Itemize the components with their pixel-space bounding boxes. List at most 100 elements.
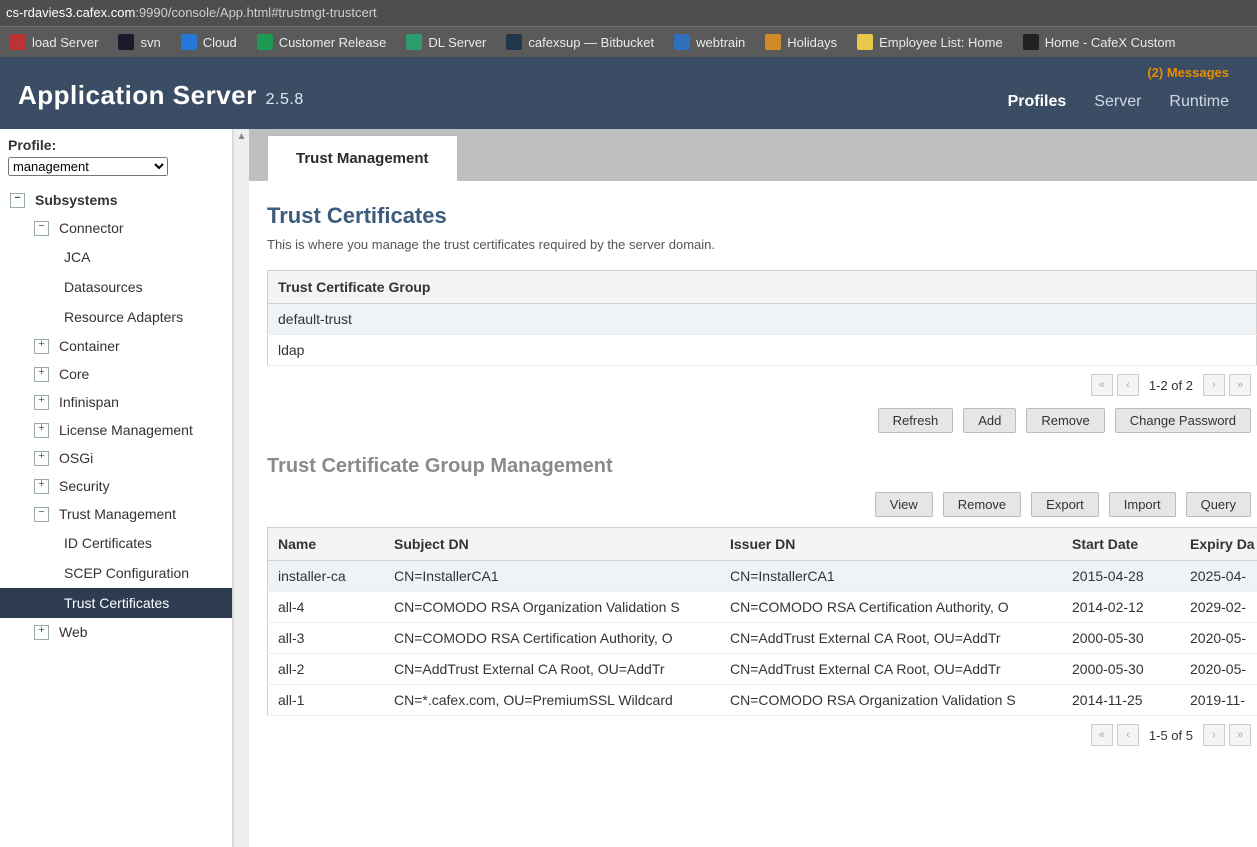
favicon — [181, 34, 197, 50]
pager-prev-icon[interactable]: ‹ — [1117, 374, 1139, 396]
cell: all-3 — [268, 623, 385, 654]
view-button[interactable]: View — [875, 492, 933, 517]
expand-icon[interactable]: + — [34, 479, 49, 494]
pager-last-icon[interactable]: » — [1229, 374, 1251, 396]
tab-trust-management[interactable]: Trust Management — [267, 135, 458, 181]
col-subject-dn: Subject DN — [384, 528, 720, 561]
bookmark-item[interactable]: Home - CafeX Custom — [1013, 34, 1186, 50]
tree-trust-certificates[interactable]: Trust Certificates — [0, 588, 232, 618]
pager-next-icon[interactable]: › — [1203, 374, 1225, 396]
pager-first-icon[interactable]: « — [1091, 374, 1113, 396]
tree-datasources[interactable]: Datasources — [0, 272, 232, 302]
cell: CN=COMODO RSA Certification Authority, O — [720, 592, 1062, 623]
table-row[interactable]: all-2CN=AddTrust External CA Root, OU=Ad… — [268, 654, 1257, 685]
tree-infinispan[interactable]: +Infinispan — [0, 388, 232, 416]
expand-icon[interactable]: + — [34, 423, 49, 438]
col-start-date: Start Date — [1062, 528, 1180, 561]
pager-next-icon[interactable]: › — [1203, 724, 1225, 746]
tree-core[interactable]: +Core — [0, 360, 232, 388]
tree-subsystems[interactable]: −Subsystems — [0, 186, 232, 214]
tree-jca[interactable]: JCA — [0, 242, 232, 272]
cell: CN=*.cafex.com, OU=PremiumSSL Wildcard — [384, 685, 720, 716]
table-row[interactable]: all-1CN=*.cafex.com, OU=PremiumSSL Wildc… — [268, 685, 1257, 716]
pager-first-icon[interactable]: « — [1091, 724, 1113, 746]
expand-icon[interactable]: + — [34, 451, 49, 466]
cert-pager: « ‹ 1-5 of 5 › » — [267, 716, 1257, 754]
section-title-cert-mgmt: Trust Certificate Group Management — [267, 455, 1257, 478]
col-issuer-dn: Issuer DN — [720, 528, 1062, 561]
favicon — [506, 34, 522, 50]
bookmark-item[interactable]: cafexsup — Bitbucket — [496, 34, 664, 50]
favicon — [10, 34, 26, 50]
table-row[interactable]: default-trust — [268, 304, 1257, 335]
profile-select[interactable]: management — [8, 157, 168, 176]
tree-label: Container — [59, 338, 120, 354]
collapse-icon[interactable]: − — [34, 221, 49, 236]
topnav-server[interactable]: Server — [1094, 93, 1141, 111]
remove-button[interactable]: Remove — [943, 492, 1021, 517]
tree-trust-management[interactable]: −Trust Management — [0, 500, 232, 528]
browser-url-bar[interactable]: cs-rdavies3.cafex.com:9990/console/App.h… — [0, 0, 1257, 26]
cell: 2025-04- — [1180, 561, 1257, 592]
cell: CN=COMODO RSA Organization Validation S — [384, 592, 720, 623]
bookmark-item[interactable]: svn — [108, 34, 170, 50]
expand-icon[interactable]: + — [34, 339, 49, 354]
tree-resource-adapters[interactable]: Resource Adapters — [0, 302, 232, 332]
collapse-icon[interactable]: − — [10, 193, 25, 208]
refresh-button[interactable]: Refresh — [878, 408, 954, 433]
tree-license-management[interactable]: +License Management — [0, 416, 232, 444]
tree-osgi[interactable]: + OSGi — [0, 444, 232, 472]
col-name: Name — [268, 528, 385, 561]
tree-label: Trust Certificates — [64, 595, 169, 611]
table-row[interactable]: ldap — [268, 335, 1257, 366]
bookmark-label: Holidays — [787, 35, 837, 50]
expand-icon[interactable]: + — [34, 625, 49, 640]
tree-label: OSGi — [59, 450, 93, 466]
bookmark-item[interactable]: Customer Release — [247, 34, 397, 50]
bookmark-item[interactable]: webtrain — [664, 34, 755, 50]
tree-web[interactable]: +Web — [0, 618, 232, 646]
tree-container[interactable]: + Container — [0, 332, 232, 360]
cell: 2029-02- — [1180, 592, 1257, 623]
bookmark-label: svn — [140, 35, 160, 50]
bookmark-item[interactable]: load Server — [0, 34, 108, 50]
bookmark-label: Customer Release — [279, 35, 387, 50]
table-row[interactable]: all-4CN=COMODO RSA Organization Validati… — [268, 592, 1257, 623]
cell-group-name: default-trust — [268, 304, 1257, 335]
bookmark-item[interactable]: Cloud — [171, 34, 247, 50]
tree-scep-configuration[interactable]: SCEP Configuration — [0, 558, 232, 588]
collapse-icon[interactable]: − — [34, 507, 49, 522]
remove-button[interactable]: Remove — [1026, 408, 1104, 433]
query-button[interactable]: Query — [1186, 492, 1251, 517]
pager-prev-icon[interactable]: ‹ — [1117, 724, 1139, 746]
tree-connector[interactable]: −Connector — [0, 214, 232, 242]
bookmark-item[interactable]: Employee List: Home — [847, 34, 1013, 50]
col-trust-group: Trust Certificate Group — [268, 271, 1257, 304]
col-expiry-da: Expiry Da — [1180, 528, 1257, 561]
expand-icon[interactable]: + — [34, 395, 49, 410]
cell: CN=InstallerCA1 — [384, 561, 720, 592]
export-button[interactable]: Export — [1031, 492, 1099, 517]
cell: 2020-05- — [1180, 623, 1257, 654]
messages-link[interactable]: (2) Messages — [0, 57, 1257, 80]
topnav-runtime[interactable]: Runtime — [1169, 93, 1229, 111]
tree-id-certificates[interactable]: ID Certificates — [0, 528, 232, 558]
tab-strip: Trust Management — [249, 129, 1257, 181]
pager-last-icon[interactable]: » — [1229, 724, 1251, 746]
change-password-button[interactable]: Change Password — [1115, 408, 1251, 433]
topnav-profiles[interactable]: Profiles — [1008, 93, 1067, 111]
pager-text: 1-5 of 5 — [1149, 728, 1193, 743]
table-row[interactable]: all-3CN=COMODO RSA Certification Authori… — [268, 623, 1257, 654]
add-button[interactable]: Add — [963, 408, 1016, 433]
sidebar-scrollbar[interactable]: ▲ — [233, 129, 249, 847]
bookmark-item[interactable]: DL Server — [396, 34, 496, 50]
url-host: cs-rdavies3.cafex.com — [6, 5, 135, 20]
cell: 2019-11- — [1180, 685, 1257, 716]
import-button[interactable]: Import — [1109, 492, 1176, 517]
cell: installer-ca — [268, 561, 385, 592]
table-row[interactable]: installer-caCN=InstallerCA1CN=InstallerC… — [268, 561, 1257, 592]
bookmark-item[interactable]: Holidays — [755, 34, 847, 50]
bookmark-label: webtrain — [696, 35, 745, 50]
expand-icon[interactable]: + — [34, 367, 49, 382]
tree-security[interactable]: +Security — [0, 472, 232, 500]
